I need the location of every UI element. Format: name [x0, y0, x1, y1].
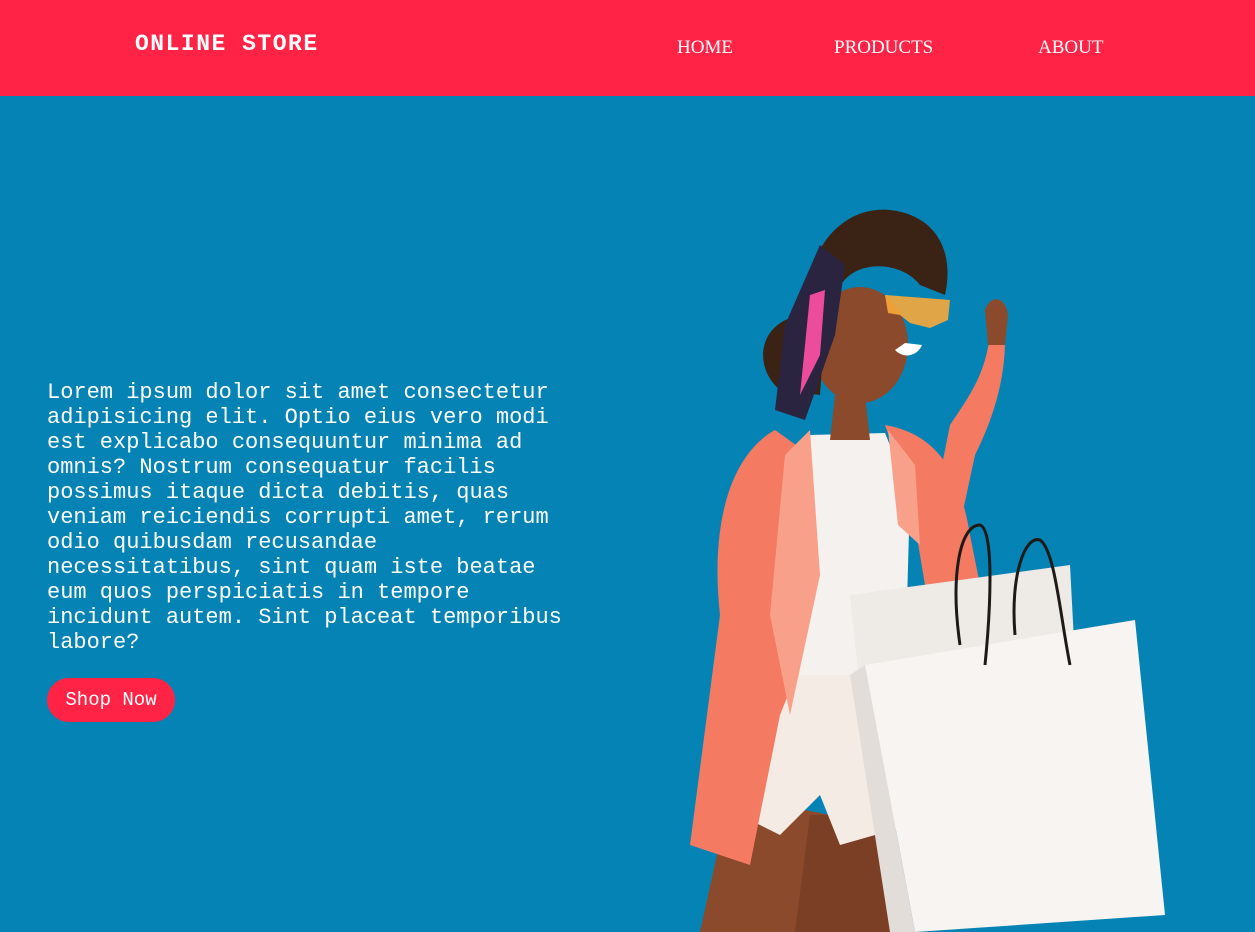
raised-arm [930, 335, 1005, 525]
brand-logo[interactable]: ONLINE STORE [135, 31, 319, 57]
hero-description: Lorem ipsum dolor sit amet consectetur a… [47, 380, 562, 655]
nav-link-about[interactable]: ABOUT [1038, 37, 1103, 59]
top-navbar: ONLINE STORE HOME PRODUCTS ABOUT [0, 0, 1255, 96]
nav-link-products[interactable]: PRODUCTS [834, 37, 933, 59]
nav-link-home[interactable]: HOME [677, 37, 733, 59]
hero-image [690, 209, 1165, 932]
shop-now-button[interactable]: Shop Now [47, 678, 175, 722]
